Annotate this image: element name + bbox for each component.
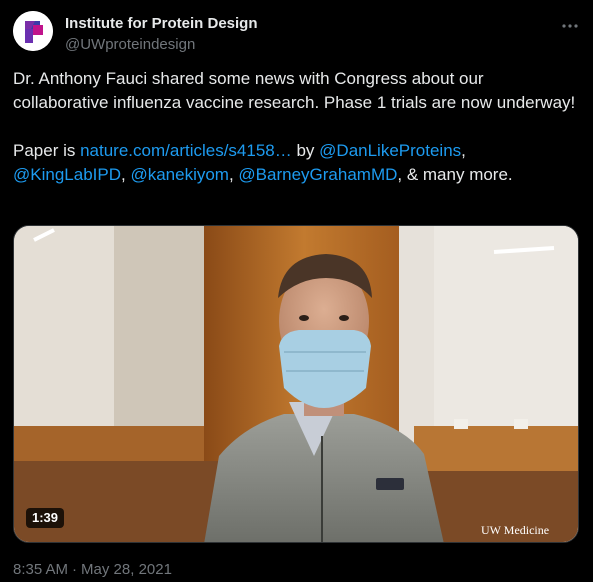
paper-prefix: Paper is (13, 141, 81, 160)
tweet-suffix: , & many more. (397, 165, 513, 184)
more-options-button[interactable] (558, 14, 582, 38)
tweet-time: 8:35 AM (13, 561, 69, 578)
tweet-timestamp[interactable]: 8:35 AM · May 28, 2021 (13, 561, 172, 578)
video-duration-badge: 1:39 (26, 508, 65, 528)
video-watermark: UW Medicine (481, 523, 550, 537)
mention-danlikeproteins[interactable]: @DanLikeProteins (319, 141, 461, 160)
separator: , (461, 141, 466, 160)
tweet-card: Institute for Protein Design @UWproteind… (0, 0, 593, 582)
mention-barneygrahammd[interactable]: @BarneyGrahamMD (238, 165, 397, 184)
tweet-paragraph-2: Paper is nature.com/articles/s4158… by @… (13, 139, 583, 187)
by-text: by (291, 141, 320, 160)
user-handle[interactable]: @UWproteindesign (65, 36, 195, 53)
ipd-logo-icon (13, 11, 53, 51)
tweet-date: May 28, 2021 (81, 561, 172, 578)
tweet-paragraph-1: Dr. Anthony Fauci shared some news with … (13, 69, 576, 112)
timestamp-separator: · (72, 561, 78, 578)
display-name[interactable]: Institute for Protein Design (65, 15, 258, 32)
mention-kinglabipd[interactable]: @KingLabIPD (13, 165, 121, 184)
separator: , (228, 165, 239, 184)
video-thumbnail (14, 226, 578, 542)
more-options-icon (562, 24, 578, 28)
avatar[interactable] (13, 11, 53, 51)
tweet-text: Dr. Anthony Fauci shared some news with … (13, 67, 583, 187)
mention-kanekiyom[interactable]: @kanekiyom (130, 165, 229, 184)
paper-link[interactable]: nature.com/articles/s4158… (80, 141, 292, 160)
video-player[interactable]: 1:39 UW Medicine (13, 225, 579, 543)
